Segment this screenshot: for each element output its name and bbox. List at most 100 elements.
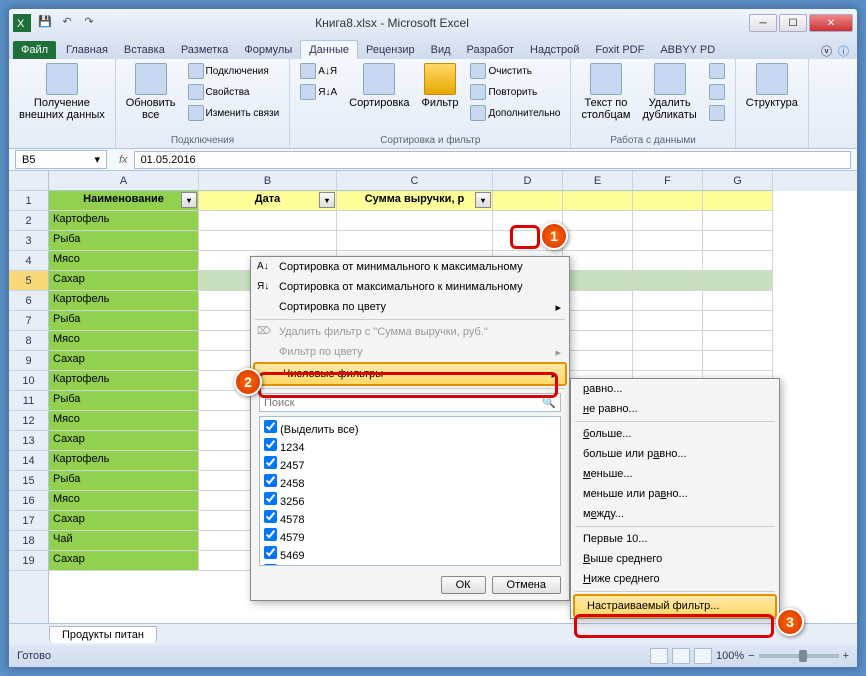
row-header[interactable]: 17	[9, 511, 48, 531]
submenu-item[interactable]: равно...	[571, 379, 779, 399]
reapply-button[interactable]: Повторить	[466, 82, 564, 102]
tab-foxit pdf[interactable]: Foxit PDF	[587, 41, 652, 59]
zoom-slider[interactable]	[759, 654, 839, 658]
filter-dropdown-icon[interactable]: ▾	[319, 192, 335, 208]
row-header[interactable]: 3	[9, 231, 48, 251]
col-header[interactable]: E	[563, 171, 633, 191]
cell[interactable]	[633, 211, 703, 231]
cell[interactable]: Сахар	[49, 511, 199, 531]
cell[interactable]	[703, 211, 773, 231]
row-header[interactable]: 10	[9, 371, 48, 391]
sort-ascending-item[interactable]: А↓Сортировка от минимального к максималь…	[251, 257, 569, 277]
external-data-button[interactable]: Получение внешних данных	[15, 61, 109, 123]
submenu-item[interactable]: между...	[571, 504, 779, 524]
cell[interactable]: Картофель	[49, 291, 199, 311]
row-header[interactable]: 4	[9, 251, 48, 271]
cell[interactable]	[633, 271, 703, 291]
cancel-button[interactable]: Отмена	[492, 576, 561, 594]
select-all-checkbox[interactable]: (Выделить все)	[262, 419, 558, 437]
cell[interactable]	[563, 211, 633, 231]
filter-value-checkbox[interactable]: 3256	[262, 491, 558, 509]
consolidate-button[interactable]	[705, 82, 729, 102]
cell[interactable]	[563, 331, 633, 351]
cell[interactable]: Сахар	[49, 551, 199, 571]
tab-вставка[interactable]: Вставка	[116, 41, 173, 59]
cell[interactable]	[633, 251, 703, 271]
cell[interactable]: Мясо	[49, 411, 199, 431]
submenu-item[interactable]: меньше или равно...	[571, 484, 779, 504]
advanced-filter-button[interactable]: Дополнительно	[466, 103, 564, 123]
submenu-item[interactable]: больше...	[571, 424, 779, 444]
filter-button[interactable]: Фильтр	[418, 61, 463, 111]
cell[interactable]: Рыба	[49, 311, 199, 331]
cell[interactable]: Сахар	[49, 351, 199, 371]
ok-button[interactable]: ОК	[441, 576, 486, 594]
zoom-out-icon[interactable]: −	[748, 650, 754, 662]
submenu-item[interactable]: Ниже среднего	[571, 569, 779, 589]
maximize-button[interactable]: ☐	[779, 14, 807, 32]
cell[interactable]	[633, 231, 703, 251]
tab-abbyy pd[interactable]: ABBYY PD	[652, 41, 723, 59]
cell[interactable]	[199, 231, 337, 251]
cell[interactable]	[703, 291, 773, 311]
cell[interactable]: Картофель	[49, 371, 199, 391]
view-pagebreak-icon[interactable]	[694, 648, 712, 664]
submenu-item[interactable]: Первые 10...	[571, 529, 779, 549]
filter-value-checkbox[interactable]: 1234	[262, 437, 558, 455]
filter-value-checkbox[interactable]: 2458	[262, 473, 558, 491]
submenu-item[interactable]: меньше...	[571, 464, 779, 484]
tab-разработ[interactable]: Разработ	[459, 41, 522, 59]
connections-button[interactable]: Подключения	[184, 61, 284, 81]
select-all-corner[interactable]	[9, 171, 48, 191]
filter-dropdown-icon[interactable]: ▾	[181, 192, 197, 208]
properties-button[interactable]: Свойства	[184, 82, 284, 102]
cell[interactable]	[199, 211, 337, 231]
submenu-item[interactable]: Выше среднего	[571, 549, 779, 569]
remove-duplicates-button[interactable]: Удалить дубликаты	[638, 61, 700, 123]
filter-search-input[interactable]	[264, 396, 542, 409]
row-header[interactable]: 1	[9, 191, 48, 211]
cell[interactable]	[563, 291, 633, 311]
cell[interactable]: Сахар	[49, 271, 199, 291]
cell[interactable]	[703, 351, 773, 371]
cell[interactable]	[563, 351, 633, 371]
col-header[interactable]: C	[337, 171, 493, 191]
submenu-item[interactable]: больше или равно...	[571, 444, 779, 464]
header-cell[interactable]: Наименование▾	[49, 191, 199, 211]
text-to-columns-button[interactable]: Текст по столбцам	[577, 61, 634, 123]
col-header[interactable]: A	[49, 171, 199, 191]
tab-разметка[interactable]: Разметка	[173, 41, 237, 59]
tab-рецензир[interactable]: Рецензир	[358, 41, 423, 59]
header-cell[interactable]: Дата▾	[199, 191, 337, 211]
zoom-in-icon[interactable]: +	[843, 650, 849, 662]
cell[interactable]	[633, 351, 703, 371]
cell[interactable]	[563, 251, 633, 271]
cell[interactable]	[337, 231, 493, 251]
structure-button[interactable]: Структура	[742, 61, 802, 111]
fx-icon[interactable]: fx	[113, 154, 134, 166]
qat-save[interactable]: 💾	[36, 12, 54, 30]
whatif-button[interactable]	[705, 103, 729, 123]
refresh-all-button[interactable]: Обновить все	[122, 61, 180, 123]
close-button[interactable]: ✕	[809, 14, 853, 32]
view-normal-icon[interactable]	[650, 648, 668, 664]
name-box[interactable]: B5▾	[15, 150, 107, 169]
tab-формулы[interactable]: Формулы	[236, 41, 300, 59]
row-header[interactable]: 18	[9, 531, 48, 551]
sheet-tab[interactable]: Продукты питан	[49, 626, 157, 643]
cell[interactable]: Картофель	[49, 211, 199, 231]
cell[interactable]	[703, 331, 773, 351]
cell[interactable]	[633, 311, 703, 331]
col-header[interactable]: G	[703, 171, 773, 191]
tab-данные[interactable]: Данные	[300, 40, 358, 59]
row-header[interactable]: 13	[9, 431, 48, 451]
row-header[interactable]: 11	[9, 391, 48, 411]
qat-redo[interactable]: ↷	[80, 12, 98, 30]
number-filters-item[interactable]: Числовые фильтры▸	[253, 362, 567, 386]
cell[interactable]	[563, 271, 633, 291]
cell[interactable]	[703, 251, 773, 271]
cell[interactable]	[563, 311, 633, 331]
sort-descending-item[interactable]: Я↓Сортировка от максимального к минималь…	[251, 277, 569, 297]
col-header[interactable]: D	[493, 171, 563, 191]
sort-button[interactable]: Сортировка	[345, 61, 413, 111]
